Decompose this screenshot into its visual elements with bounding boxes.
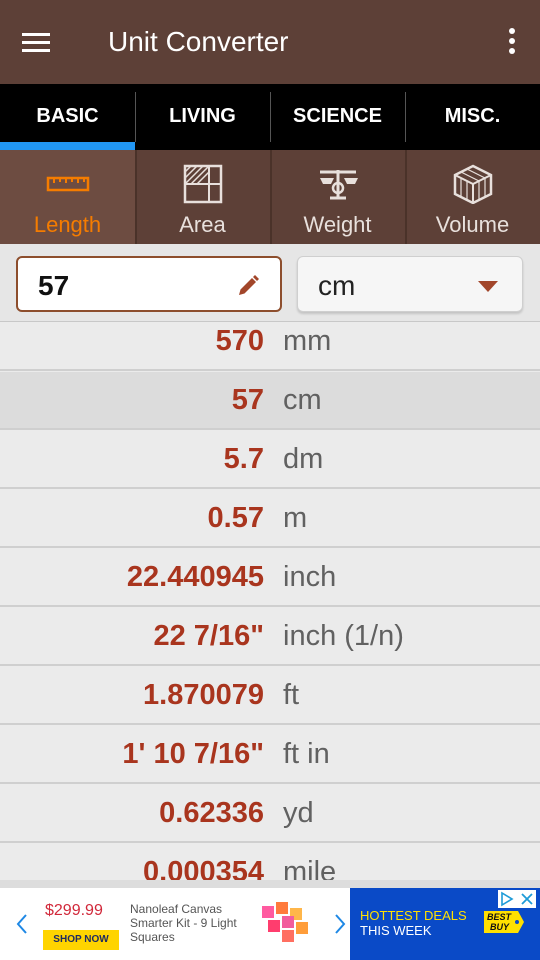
- result-row[interactable]: 1' 10 7/16" ft in: [0, 726, 540, 784]
- svg-text:BUY: BUY: [490, 922, 510, 932]
- hamburger-menu-icon[interactable]: [22, 28, 62, 56]
- best-buy-logo: BEST BUY: [484, 911, 524, 933]
- result-row[interactable]: 570 mm: [0, 322, 540, 371]
- conversion-categories: Length Area Weight Volume: [0, 150, 540, 244]
- ad-deal-line-2: THIS WEEK: [360, 923, 432, 938]
- result-value: 0.57: [207, 502, 264, 534]
- result-value: 570: [215, 325, 264, 357]
- result-row[interactable]: 22.440945 inch: [0, 549, 540, 607]
- ruler-icon: [46, 176, 89, 192]
- result-unit: cm: [283, 384, 322, 416]
- category-area[interactable]: Area: [135, 150, 270, 244]
- category-volume[interactable]: Volume: [405, 150, 540, 244]
- app-title: Unit Converter: [108, 26, 289, 57]
- results-list[interactable]: 570 mm 57 cm 5.7 dm 0.57 m 22.440945 inc…: [0, 322, 540, 880]
- chevron-left-icon[interactable]: [14, 912, 30, 936]
- area-grid-icon: [183, 164, 222, 204]
- unit-dropdown[interactable]: cm: [297, 256, 523, 312]
- input-value: 57: [38, 270, 70, 301]
- tab-misc[interactable]: MISC.: [405, 84, 540, 150]
- category-tabs: BASIC LIVING SCIENCE MISC.: [0, 84, 540, 150]
- selected-unit: cm: [318, 270, 356, 301]
- result-row[interactable]: 22 7/16" inch (1/n): [0, 608, 540, 666]
- shop-now-button[interactable]: SHOP NOW: [43, 930, 119, 950]
- result-value: 1' 10 7/16": [122, 738, 264, 770]
- result-row[interactable]: 5.7 dm: [0, 431, 540, 489]
- result-unit: inch (1/n): [283, 620, 404, 652]
- ad-choices-icon[interactable]: [498, 890, 536, 908]
- result-unit: dm: [283, 443, 324, 475]
- dropdown-arrow-icon: [478, 281, 498, 292]
- cube-icon: [453, 164, 492, 204]
- result-row[interactable]: 57 cm: [0, 372, 540, 430]
- result-value: 1.870079: [143, 679, 264, 711]
- tab-science[interactable]: SCIENCE: [270, 84, 405, 150]
- ad-banner-area: $299.99 SHOP NOW Nanoleaf Canvas Smarter…: [0, 880, 540, 960]
- app-bar: Unit Converter: [0, 0, 540, 84]
- scale-icon: [319, 170, 358, 200]
- ad-banner[interactable]: $299.99 SHOP NOW Nanoleaf Canvas Smarter…: [0, 888, 540, 960]
- result-value: 57: [231, 384, 264, 416]
- tab-basic[interactable]: BASIC: [0, 84, 135, 150]
- result-unit: mile: [283, 856, 337, 880]
- result-value: 5.7: [223, 443, 264, 475]
- product-image: [262, 902, 308, 942]
- result-unit: ft: [283, 679, 300, 711]
- result-unit: m: [283, 502, 308, 534]
- category-label: Volume: [435, 212, 510, 237]
- ad-deal-line-1: HOTTEST DEALS: [360, 908, 467, 923]
- value-input[interactable]: 57: [16, 256, 282, 312]
- ad-deal-panel[interactable]: HOTTEST DEALS THIS WEEK BEST BUY: [350, 888, 540, 960]
- ad-product-name: Nanoleaf Canvas Smarter Kit - 9 Light Sq…: [130, 902, 237, 944]
- result-row[interactable]: 0.62336 yd: [0, 785, 540, 843]
- result-value: 0.000354: [143, 856, 264, 880]
- result-row[interactable]: 0.000354 mile: [0, 844, 540, 880]
- category-label: Length: [33, 212, 102, 237]
- ad-price: $299.99: [45, 902, 103, 919]
- category-length[interactable]: Length: [0, 150, 135, 244]
- result-unit: inch: [283, 561, 337, 593]
- result-unit: ft in: [283, 738, 330, 770]
- svg-text:BEST: BEST: [487, 912, 513, 922]
- result-unit: yd: [283, 797, 314, 829]
- result-unit: mm: [283, 325, 332, 357]
- overflow-menu-icon[interactable]: [508, 28, 516, 56]
- tab-living[interactable]: LIVING: [135, 84, 270, 150]
- input-bar: 57 cm: [0, 244, 540, 322]
- result-row[interactable]: 0.57 m: [0, 490, 540, 548]
- ad-deal-text: HOTTEST DEALS THIS WEEK: [360, 908, 467, 938]
- result-value: 22.440945: [126, 561, 264, 593]
- result-row[interactable]: 1.870079 ft: [0, 667, 540, 725]
- category-weight[interactable]: Weight: [270, 150, 405, 244]
- pencil-icon[interactable]: [236, 274, 260, 298]
- result-value: 0.62336: [159, 797, 264, 829]
- result-value: 22 7/16": [153, 620, 264, 652]
- chevron-right-icon[interactable]: [332, 912, 348, 936]
- category-label: Area: [179, 212, 226, 237]
- category-label: Weight: [303, 212, 372, 237]
